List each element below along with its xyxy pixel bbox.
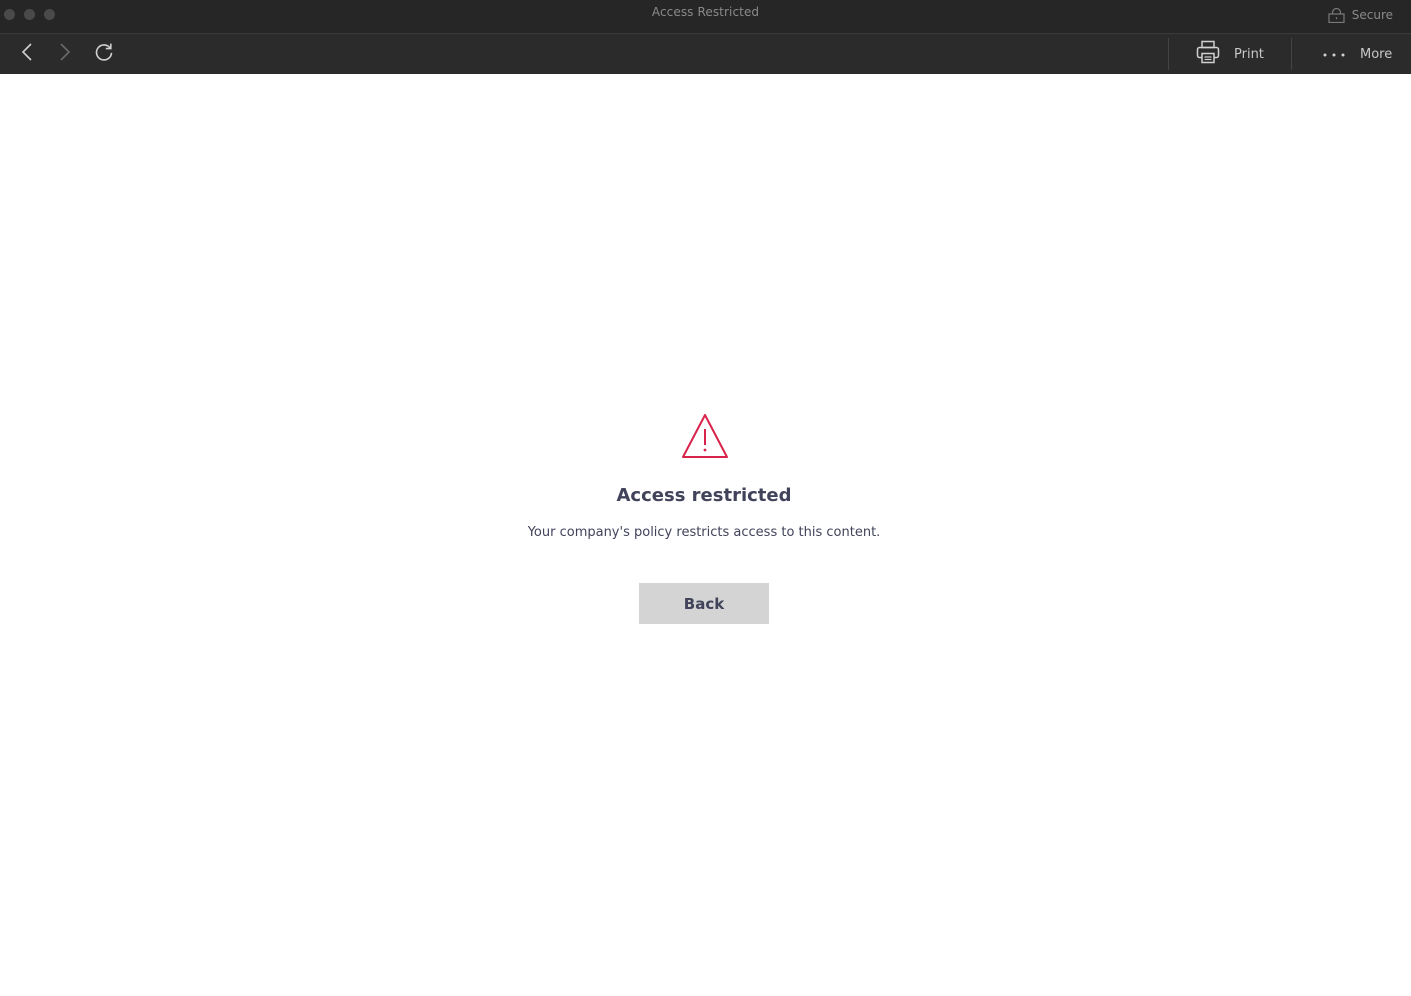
toolbar-divider [1168,38,1169,70]
back-button[interactable]: Back [639,583,769,624]
chevron-right-icon [59,43,71,65]
ellipsis-icon [1322,47,1346,62]
secure-indicator: Secure [1328,6,1393,24]
lock-icon [1328,7,1345,23]
title-bar: Access Restricted Secure [0,0,1411,34]
reload-icon [94,42,114,66]
secure-label: Secure [1351,8,1393,22]
chevron-left-icon [21,43,33,65]
toolbar-divider [1291,38,1292,70]
page-content: Access restricted Your company's policy … [0,74,1411,996]
reload-button[interactable] [86,34,122,74]
print-label: Print [1234,46,1264,62]
more-button[interactable]: More [1322,34,1392,74]
printer-icon [1196,40,1220,68]
back-nav-button[interactable] [9,34,45,74]
toolbar: Print More [0,34,1411,74]
warning-triangle-icon [681,413,729,459]
page-title: Access restricted [616,485,792,506]
more-label: More [1360,46,1393,62]
print-button[interactable]: Print [1196,34,1264,74]
restriction-message: Your company's policy restricts access t… [527,525,881,540]
window-title: Access Restricted [651,5,760,19]
browser-window: Access Restricted Secure Print More Acce… [0,0,1411,996]
forward-nav-button[interactable] [47,34,83,74]
